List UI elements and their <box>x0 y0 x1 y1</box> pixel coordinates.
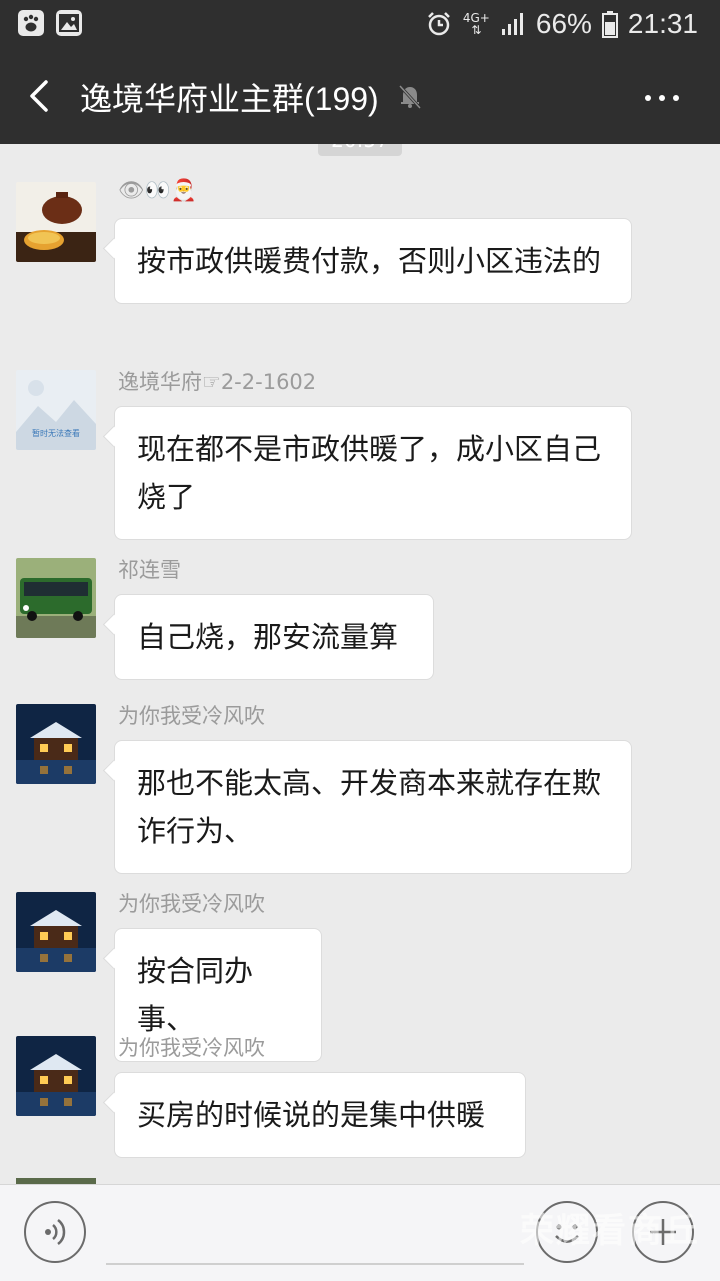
sender-name: 祁连雪 <box>118 558 181 582</box>
message-bubble[interactable]: 自己烧，那安流量算 <box>114 594 434 680</box>
sender-name: 逸境华府☞2-2-1602 <box>118 370 317 394</box>
timestamp-chip: 20:57 <box>318 144 402 156</box>
sender-name: 为你我受冷风吹 <box>118 704 265 728</box>
avatar[interactable] <box>16 558 96 638</box>
message-bubble[interactable]: 现在都不是市政供暖了，成小区自己烧了 <box>114 406 632 540</box>
message-bubble[interactable]: 买房的时候说的是集中供暖 <box>114 1072 526 1158</box>
chat-title: 逸境华府业主群(199) <box>80 81 379 117</box>
more-options-icon[interactable] <box>640 78 684 118</box>
svg-text:暂时无法查看: 暂时无法查看 <box>32 428 80 438</box>
gallery-icon <box>56 10 82 36</box>
emoji-button[interactable] <box>536 1201 598 1263</box>
voice-input-button[interactable] <box>24 1201 86 1263</box>
muted-bell-icon <box>398 84 422 110</box>
avatar[interactable] <box>16 892 96 972</box>
avatar[interactable] <box>16 704 96 784</box>
network-indicator: 4G+ ⇅ <box>462 11 490 37</box>
baidu-icon <box>18 10 44 36</box>
alarm-icon <box>427 12 450 36</box>
message-bubble[interactable]: 那也不能太高、开发商本来就存在欺诈行为、 <box>114 740 632 874</box>
message-bubble[interactable]: 按市政供暖费付款，否则小区违法的 <box>114 218 632 304</box>
avatar[interactable]: 暂时无法查看 <box>16 370 96 450</box>
input-bar: 荣耀看商丘 <box>0 1184 720 1281</box>
signal-icon <box>501 13 523 35</box>
sender-name: 👁👀🎅 <box>118 178 197 202</box>
sender-name: 为你我受冷风吹 <box>118 1036 265 1060</box>
avatar[interactable] <box>16 182 96 262</box>
sender-name: 为你我受冷风吹 <box>118 892 265 916</box>
avatar[interactable] <box>16 1036 96 1116</box>
clock: 21:31 <box>627 8 698 39</box>
battery-percent: 66% <box>535 8 592 39</box>
plus-button[interactable] <box>632 1201 694 1263</box>
battery-icon <box>601 11 618 38</box>
message-input[interactable] <box>106 1263 524 1265</box>
chat-header: 逸境华府业主群(199) <box>0 48 720 144</box>
back-arrow-icon[interactable] <box>22 76 62 116</box>
status-bar: 4G+ ⇅ 66% 21:31 <box>0 0 720 48</box>
